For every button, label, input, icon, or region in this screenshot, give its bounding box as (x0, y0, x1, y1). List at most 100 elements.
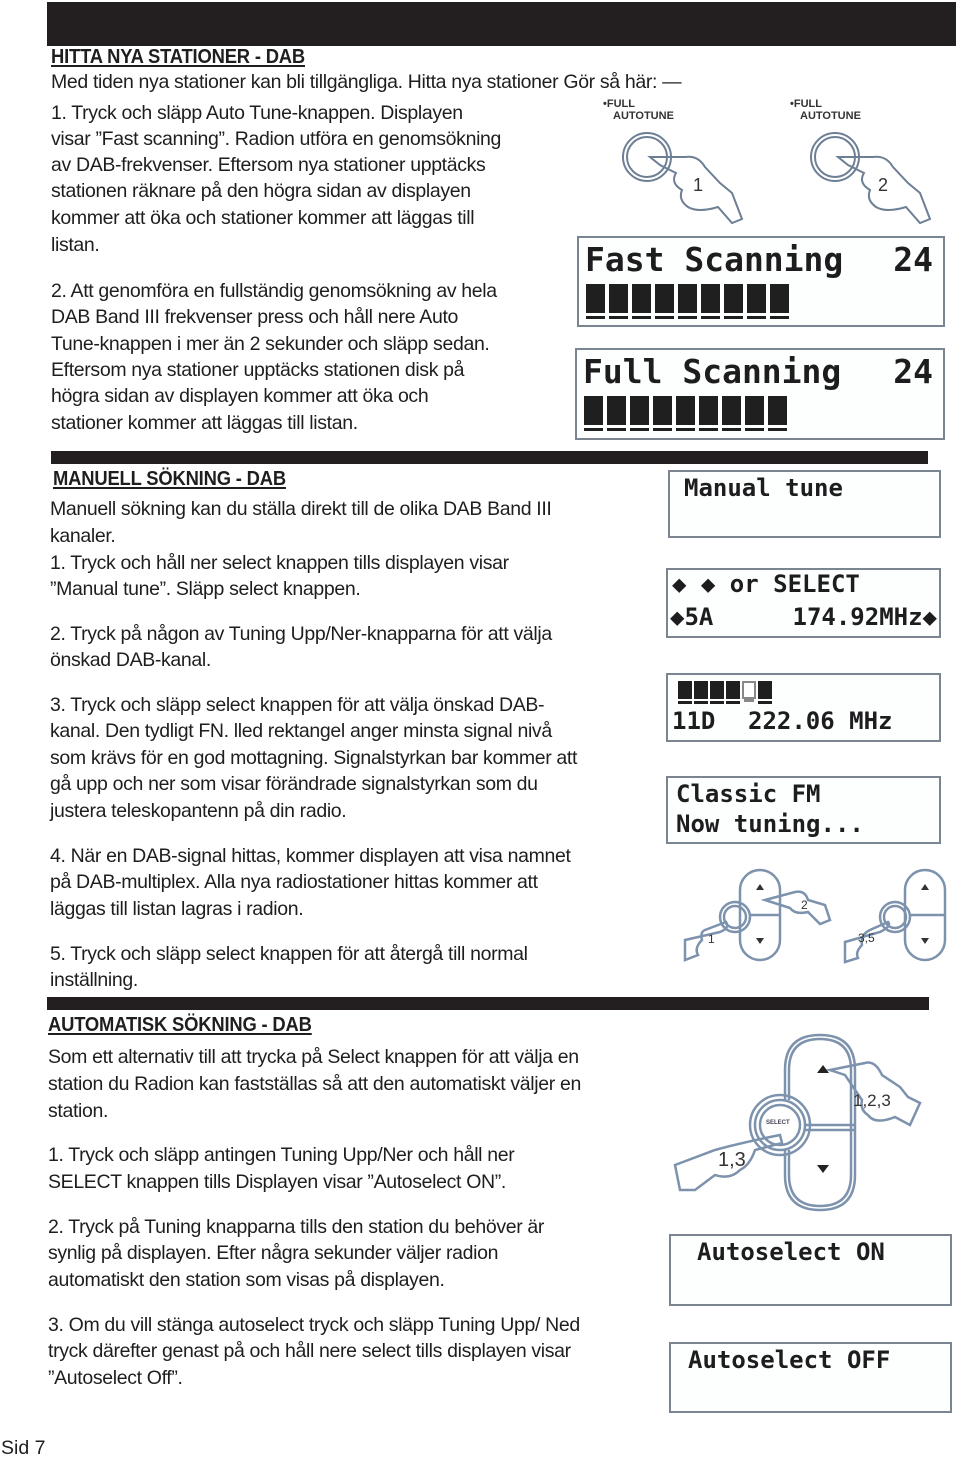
progress-bar (584, 396, 787, 431)
progress-block (584, 396, 603, 431)
progress-block (655, 284, 674, 319)
text-line: 1. Tryck och släpp antingen Tuning Upp/N… (48, 1144, 515, 1166)
channel-label: ◆5A (670, 603, 714, 631)
text-line: ”Autoselect Off”. (48, 1367, 183, 1389)
lcd-text: Full Scanning (583, 352, 842, 391)
section-divider-manual (51, 451, 928, 464)
tuning-buttons-illustration: 1 2 3,5 (680, 860, 950, 965)
text-line: 1. Tryck och släpp Auto Tune-knappen. Di… (51, 102, 463, 124)
text-line: av DAB-frekvenser. Eftersom nya statione… (51, 154, 486, 176)
find-new-intro: Med tiden nya stationer kan bli tillgäng… (51, 71, 682, 93)
progress-block (607, 396, 626, 431)
progress-block (701, 284, 720, 319)
text-line: SELECT knappen tills Displayen visar ”Au… (48, 1171, 506, 1193)
tuning-status: Now tuning... (676, 810, 864, 838)
lcd-station-name: Classic FM Now tuning... (666, 776, 941, 844)
lcd-full-scanning: Full Scanning 24 (575, 348, 945, 440)
text-line: stationer kommer att läggas till listan. (51, 412, 358, 434)
text-line: automatiskt den station som visas på dis… (48, 1269, 445, 1291)
text-line: kanal. Den tydligt FN. lled rektangel an… (50, 720, 552, 742)
progress-block (609, 284, 628, 319)
text-line: önskad DAB-kanal. (50, 649, 211, 671)
text-line: DAB Band III frekvenser press och håll n… (51, 306, 459, 328)
text-line: justera teleskopantenn på din radio. (50, 800, 347, 822)
lcd-text: Fast Scanning (585, 240, 844, 279)
text-line: 2. Att genomföra en fullständig genomsök… (51, 280, 497, 302)
lcd-autoselect-off: Autoselect OFF (669, 1342, 952, 1413)
lcd-signal-strength: 11D 222.06 MHz (666, 673, 941, 742)
progress-bar (586, 284, 789, 319)
hand-step-2: 2 (878, 175, 889, 195)
text-line: station du Radion kan fastställas så att… (48, 1073, 581, 1095)
hand-step-3-5: 3,5 (858, 931, 875, 945)
channel-label: 11D (672, 707, 716, 735)
text-line: 2. Tryck på någon av Tuning Upp/Ner-knap… (50, 623, 552, 645)
section-heading-manual: MANUELL SÖKNING - DAB (53, 468, 286, 490)
tuning-keypad-icon (683, 868, 947, 964)
lcd-text: Autoselect OFF (688, 1346, 891, 1374)
text-line: 3. Om du vill stänga autoselect tryck oc… (48, 1314, 580, 1336)
lcd-tuning-select: ◆ ◆ or SELECT ◆5A 174.92MHz◆ (666, 568, 941, 638)
lcd-manual-tune: Manual tune (668, 470, 941, 538)
text-line: 1. Tryck och håll ner select knappen til… (50, 552, 509, 574)
text-line: 5. Tryck och släpp select knappen för at… (50, 943, 528, 965)
hand-step-1-2-3: 1,2,3 (853, 1091, 891, 1110)
hand-step-2: 2 (801, 898, 808, 912)
autoselect-illustration: SELECT 1,2,3 1,3 (670, 1025, 940, 1215)
select-button-label: SELECT (766, 1120, 790, 1126)
text-line: kommer att öka och stationer kommer att … (51, 207, 475, 229)
text-line: listan. (51, 234, 100, 256)
progress-block (699, 396, 718, 431)
select-keypad-icon (673, 1033, 922, 1212)
text-line: 3. Tryck och släpp select knappen för at… (50, 694, 545, 716)
progress-block (676, 396, 695, 431)
station-count: 24 (893, 240, 933, 279)
lcd-text: Manual tune (684, 474, 843, 502)
text-line: Manuell sökning kan du ställa direkt til… (50, 498, 552, 520)
text-line: station. (48, 1100, 109, 1122)
signal-strength-bar (678, 681, 772, 704)
text-line: 4. När en DAB-signal hittas, kommer disp… (50, 845, 571, 867)
text-line: högra sidan av displayen kommer att öka … (51, 385, 429, 407)
section-heading-find-new: HITTA NYA STATIONER - DAB (51, 46, 306, 68)
text-line: inställning. (50, 969, 138, 991)
progress-block (724, 284, 743, 319)
text-line: visar ”Fast scanning”. Radion utföra en … (51, 128, 502, 150)
progress-block (770, 284, 789, 319)
progress-block (726, 681, 740, 704)
text-line: kanaler. (50, 525, 116, 547)
progress-block (653, 396, 672, 431)
lcd-autoselect-on: Autoselect ON (669, 1234, 952, 1306)
section-heading-auto: AUTOMATISK SÖKNING - DAB (48, 1014, 312, 1036)
progress-block (758, 681, 772, 704)
lcd-fast-scanning: Fast Scanning 24 (577, 236, 945, 327)
text-line: synlig på displayen. Efter några sekunde… (48, 1242, 499, 1264)
text-line: som krävs för en god mottagning. Signals… (50, 747, 578, 769)
page-number: Sid 7 (1, 1437, 46, 1459)
progress-block (710, 681, 724, 704)
progress-block (630, 396, 649, 431)
station-count: 24 (893, 352, 933, 391)
progress-block (742, 681, 756, 702)
text-line: stationen räknare på den högra sidan av … (51, 180, 471, 202)
progress-block (586, 284, 605, 319)
text-line: på DAB-multiplex. Alla nya radiostatione… (50, 871, 538, 893)
progress-block (745, 396, 764, 431)
lcd-text: ◆ ◆ or SELECT (672, 570, 860, 598)
hand-step-1: 1 (708, 932, 715, 946)
hand-step-1: 1 (693, 175, 704, 195)
hand-step-1-3: 1,3 (718, 1149, 746, 1171)
text-line: 2. Tryck på Tuning knapparna tills den s… (48, 1216, 545, 1238)
frequency-readout: 222.06 MHz (748, 707, 893, 735)
text-line: Tune-knappen i mer än 2 sekunder och slä… (51, 333, 490, 355)
progress-block (632, 284, 651, 319)
progress-block (694, 681, 708, 704)
lcd-text: Autoselect ON (697, 1238, 885, 1266)
text-line: läggas till listan lagras i radion. (50, 898, 304, 920)
text-line: Som ett alternativ till att trycka på Se… (48, 1046, 579, 1068)
frequency-readout: 174.92MHz◆ (792, 603, 938, 631)
autotune-illustration: •FULL AUTOTUNE •FULL AUTOTUNE 1 2 (590, 95, 960, 230)
progress-block (678, 681, 692, 704)
header-bar (47, 2, 956, 46)
station-name: Classic FM (676, 780, 821, 808)
